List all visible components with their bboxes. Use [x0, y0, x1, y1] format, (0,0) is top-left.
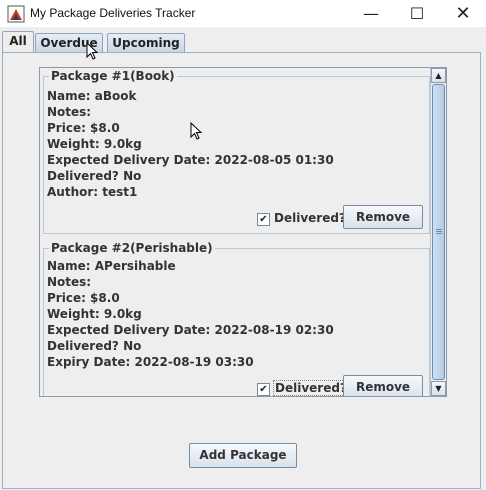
checkbox-box[interactable]: ✔ [257, 213, 270, 226]
remove-button[interactable]: Remove [343, 375, 423, 396]
checkbox-box[interactable]: ✔ [257, 383, 270, 396]
vertical-scrollbar[interactable]: ▲ ▼ [430, 68, 446, 396]
package-card: Package #1(Book) Name: aBook Notes: Pric… [43, 69, 430, 234]
packages-scroll-pane[interactable]: Package #1(Book) Name: aBook Notes: Pric… [39, 67, 447, 397]
package-price: Price: $8.0 [47, 291, 120, 305]
package-title: Package #1(Book) [49, 69, 177, 83]
package-card: Package #2(Perishable) Name: APersihable… [43, 241, 430, 396]
package-notes: Notes: [47, 275, 92, 289]
add-package-button[interactable]: Add Package [189, 443, 297, 468]
package-author: Author: test1 [47, 185, 138, 199]
delivered-label: Delivered? [274, 211, 346, 225]
package-delivered-status: Delivered? No [47, 339, 142, 353]
app-icon [7, 5, 25, 23]
package-weight: Weight: 9.0kg [47, 307, 142, 321]
package-price: Price: $8.0 [47, 121, 120, 135]
package-name: Name: aBook [47, 89, 137, 103]
scrollbar-thumb[interactable] [432, 84, 445, 380]
window-content: All Overdue Upcoming Package #1(Book) Na… [0, 27, 486, 490]
scroll-down-icon[interactable]: ▼ [431, 381, 446, 396]
close-button[interactable]: ✕ [440, 0, 486, 27]
package-expiry-date: Expiry Date: 2022-08-19 03:30 [47, 355, 254, 369]
mouse-cursor-icon [190, 122, 202, 140]
mouse-cursor-icon [86, 42, 98, 60]
grip-line [436, 231, 442, 232]
package-notes: Notes: [47, 105, 92, 119]
tab-all[interactable]: All [2, 31, 34, 53]
package-weight: Weight: 9.0kg [47, 137, 142, 151]
package-expected-date: Expected Delivery Date: 2022-08-19 02:30 [47, 323, 334, 337]
tab-panel-all: Package #1(Book) Name: aBook Notes: Pric… [2, 52, 481, 489]
minimize-button[interactable]: — [348, 0, 394, 27]
remove-button[interactable]: Remove [343, 205, 423, 229]
grip-line [436, 229, 442, 230]
window-title: My Package Deliveries Tracker [30, 6, 196, 20]
package-title: Package #2(Perishable) [49, 241, 215, 255]
package-delivered-status: Delivered? No [47, 169, 142, 183]
scroll-up-icon[interactable]: ▲ [431, 68, 446, 83]
title-bar: My Package Deliveries Tracker — ☐ ✕ [0, 0, 486, 27]
tab-upcoming[interactable]: Upcoming [107, 33, 185, 52]
package-expected-date: Expected Delivery Date: 2022-08-05 01:30 [47, 153, 334, 167]
packages-list: Package #1(Book) Name: aBook Notes: Pric… [40, 68, 430, 396]
maximize-button[interactable]: ☐ [394, 0, 440, 27]
package-name: Name: APersihable [47, 259, 176, 273]
delivered-label: Delivered? [273, 380, 349, 396]
grip-line [436, 233, 442, 234]
